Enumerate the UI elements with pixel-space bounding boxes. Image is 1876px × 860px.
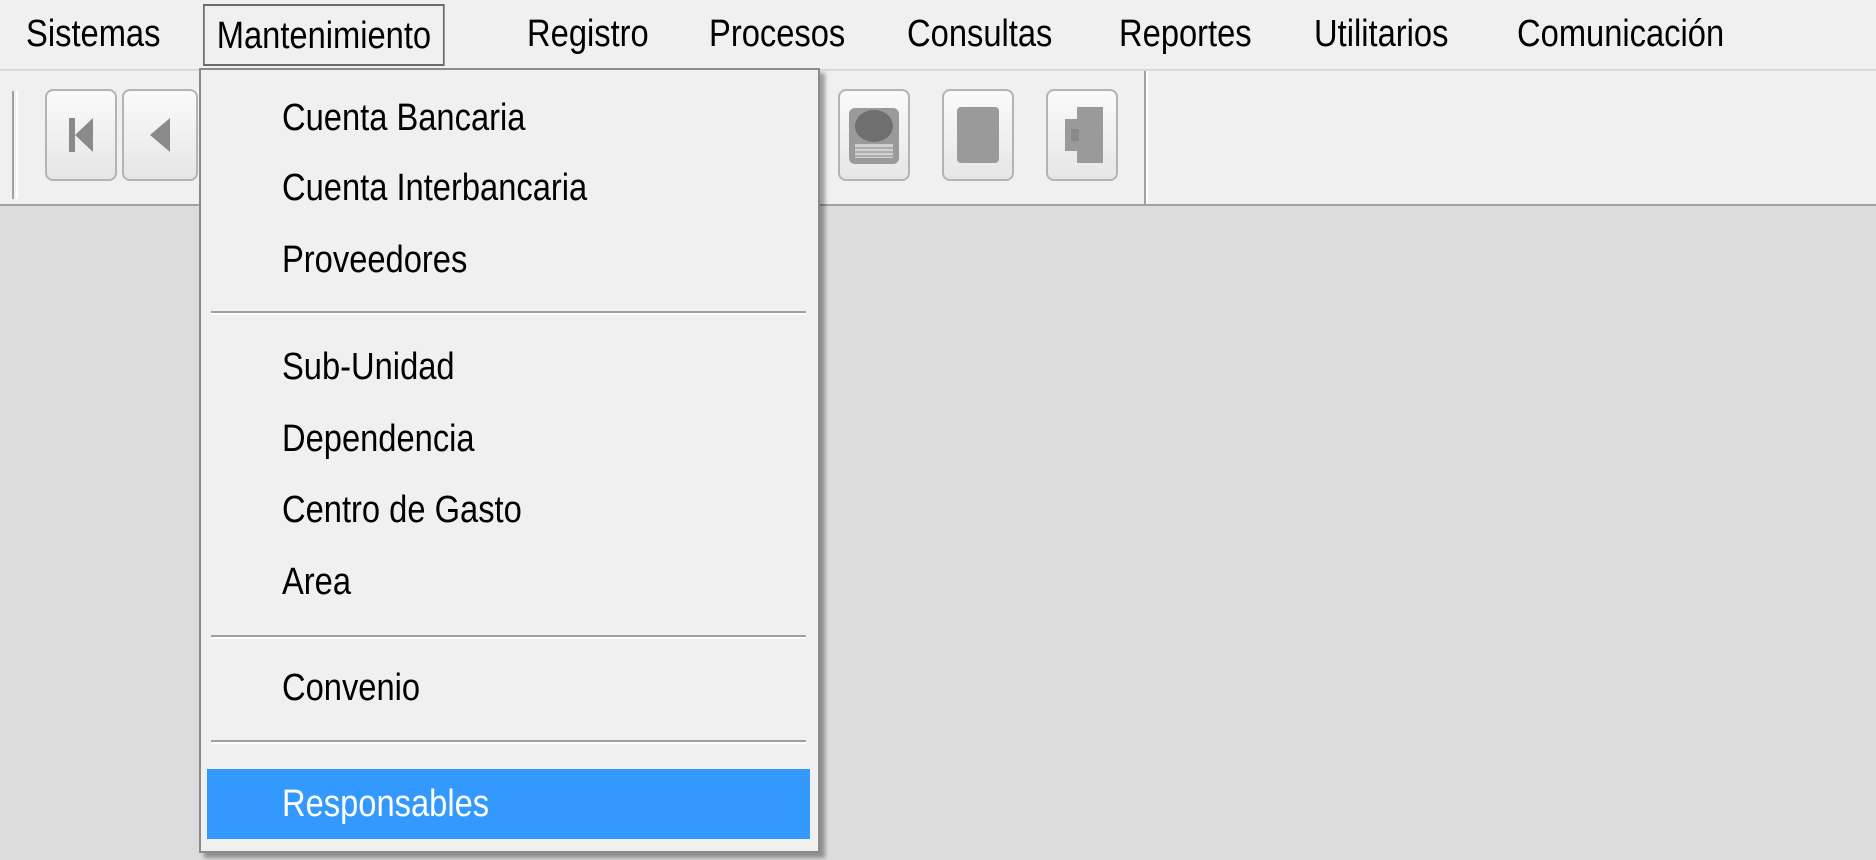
previous-record-icon — [150, 118, 170, 152]
menu-consultas[interactable]: Consultas — [895, 4, 1064, 66]
menu-item-sub-unidad[interactable]: Sub-Unidad — [207, 337, 810, 397]
menu-procesos[interactable]: Procesos — [697, 4, 857, 66]
menu-mantenimiento[interactable]: Mantenimiento — [203, 4, 445, 66]
menu-registro[interactable]: Registro — [515, 4, 661, 66]
menu-item-responsables[interactable]: Responsables — [207, 769, 810, 839]
first-record-button[interactable] — [45, 89, 117, 181]
exit-button[interactable] — [1046, 89, 1118, 181]
menu-item-proveedores[interactable]: Proveedores — [207, 230, 810, 290]
menu-separator — [211, 635, 806, 639]
menu-item-cuenta-bancaria[interactable]: Cuenta Bancaria — [207, 88, 810, 148]
menu-comunicacion[interactable]: Comunicación — [1505, 4, 1736, 66]
document-icon — [957, 107, 999, 163]
menu-separator — [211, 311, 806, 315]
toolbar-grip[interactable] — [12, 91, 18, 199]
menu-reportes[interactable]: Reportes — [1107, 4, 1264, 66]
menu-item-centro-de-gasto[interactable]: Centro de Gasto — [207, 480, 810, 540]
menu-item-convenio[interactable]: Convenio — [207, 658, 810, 718]
menu-separator — [211, 740, 806, 744]
menu-utilitarios[interactable]: Utilitarios — [1302, 4, 1460, 66]
printer-icon — [849, 108, 899, 164]
menu-item-area[interactable]: Area — [207, 552, 810, 612]
document-button[interactable] — [942, 89, 1014, 181]
first-record-icon — [69, 118, 93, 152]
mantenimiento-dropdown: Cuenta Bancaria Cuenta Interbancaria Pro… — [199, 68, 820, 853]
menu-sistemas[interactable]: Sistemas — [14, 4, 172, 66]
menu-item-cuenta-interbancaria[interactable]: Cuenta Interbancaria — [207, 158, 810, 218]
print-button[interactable] — [838, 89, 910, 181]
previous-record-button[interactable] — [122, 89, 198, 181]
menu-item-dependencia[interactable]: Dependencia — [207, 409, 810, 469]
menu-bar: Sistemas Mantenimiento Registro Procesos… — [0, 0, 1876, 70]
toolbar-separator — [1144, 71, 1148, 204]
exit-door-icon — [1065, 107, 1103, 163]
